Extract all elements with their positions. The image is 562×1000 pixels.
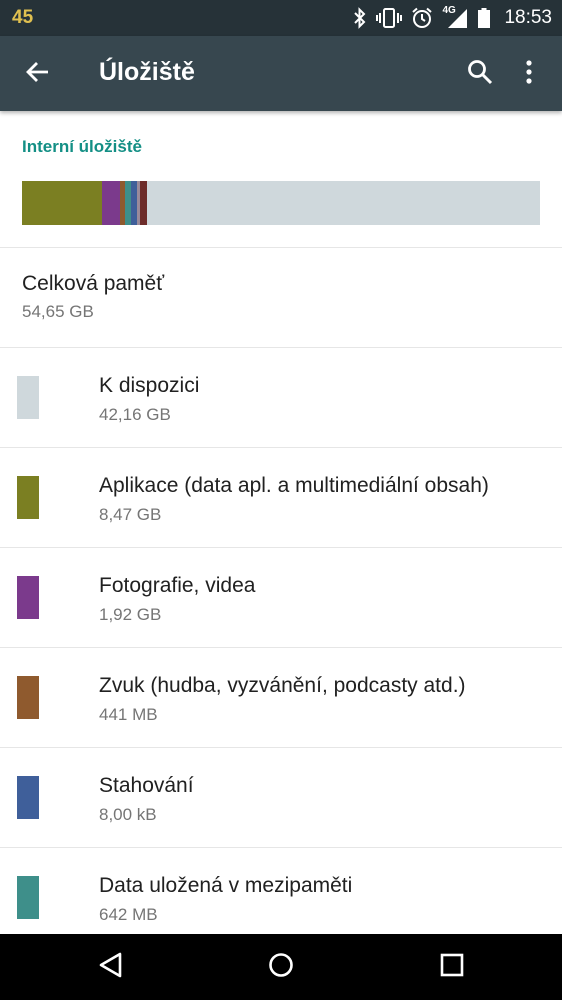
app-bar: Úložiště bbox=[0, 36, 562, 111]
storage-category-photos-videos[interactable]: Fotografie, videa 1,92 GB bbox=[0, 548, 562, 647]
search-button[interactable] bbox=[460, 54, 500, 94]
back-triangle-icon bbox=[97, 951, 123, 984]
status-icons: 4G 18:53 bbox=[353, 5, 552, 30]
category-size: 42,16 GB bbox=[99, 405, 171, 424]
color-swatch bbox=[17, 876, 39, 919]
battery-icon bbox=[477, 7, 491, 29]
nav-home-button[interactable] bbox=[261, 947, 301, 987]
vibrate-icon bbox=[376, 7, 403, 29]
storage-category-apps[interactable]: Aplikace (data apl. a multimediální obsa… bbox=[0, 448, 562, 547]
storage-category-downloads[interactable]: Stahování 8,00 kB bbox=[0, 748, 562, 847]
nav-back-button[interactable] bbox=[90, 947, 130, 987]
nav-recents-button[interactable] bbox=[432, 947, 472, 987]
section-header: Interní úložiště bbox=[22, 137, 142, 156]
more-options-button[interactable] bbox=[512, 54, 546, 94]
category-label: K dispozici bbox=[99, 374, 200, 397]
recents-square-icon bbox=[439, 952, 465, 983]
category-size: 8,00 kB bbox=[99, 805, 157, 824]
clock: 18:53 bbox=[504, 7, 552, 28]
storage-bar-segment bbox=[102, 181, 121, 225]
category-size: 441 MB bbox=[99, 705, 158, 724]
status-bar: 45 4G 18:53 bbox=[0, 0, 562, 36]
navigation-bar bbox=[0, 934, 562, 1000]
battery-level-text: 45 bbox=[12, 7, 34, 28]
storage-category-available[interactable]: K dispozici 42,16 GB bbox=[0, 348, 562, 447]
category-size: 1,92 GB bbox=[99, 605, 162, 624]
color-swatch bbox=[17, 376, 39, 419]
category-label: Zvuk (hudba, vyzvánění, podcasty atd.) bbox=[99, 674, 466, 697]
category-label: Data uložená v mezipaměti bbox=[99, 874, 353, 897]
back-button[interactable] bbox=[18, 54, 58, 94]
divider bbox=[0, 247, 562, 248]
storage-category-audio[interactable]: Zvuk (hudba, vyzvánění, podcasty atd.) 4… bbox=[0, 648, 562, 747]
bluetooth-icon bbox=[353, 7, 367, 29]
color-swatch bbox=[17, 676, 39, 719]
storage-usage-bar bbox=[22, 181, 540, 225]
storage-category-cached-data[interactable]: Data uložená v mezipaměti 642 MB bbox=[0, 848, 562, 947]
category-size: 8,47 GB bbox=[99, 505, 162, 524]
color-swatch bbox=[17, 776, 39, 819]
back-arrow-icon bbox=[25, 59, 51, 90]
search-icon bbox=[467, 59, 493, 90]
total-storage: Celková paměť 54,65 GB bbox=[22, 272, 542, 332]
category-label: Stahování bbox=[99, 774, 194, 797]
signal-icon: 4G bbox=[442, 5, 468, 29]
total-storage-label: Celková paměť bbox=[22, 272, 165, 295]
home-circle-icon bbox=[267, 951, 295, 984]
category-size: 642 MB bbox=[99, 905, 158, 924]
color-swatch bbox=[17, 476, 39, 519]
storage-bar-segment bbox=[140, 181, 148, 225]
network-type-label: 4G bbox=[442, 5, 456, 16]
page-title: Úložiště bbox=[99, 58, 195, 86]
color-swatch bbox=[17, 576, 39, 619]
category-label: Fotografie, videa bbox=[99, 574, 256, 597]
more-vert-icon bbox=[525, 59, 533, 90]
storage-bar-segment bbox=[22, 181, 103, 225]
category-label: Aplikace (data apl. a multimediální obsa… bbox=[99, 474, 489, 497]
total-storage-value: 54,65 GB bbox=[22, 302, 94, 321]
alarm-icon bbox=[411, 7, 433, 29]
